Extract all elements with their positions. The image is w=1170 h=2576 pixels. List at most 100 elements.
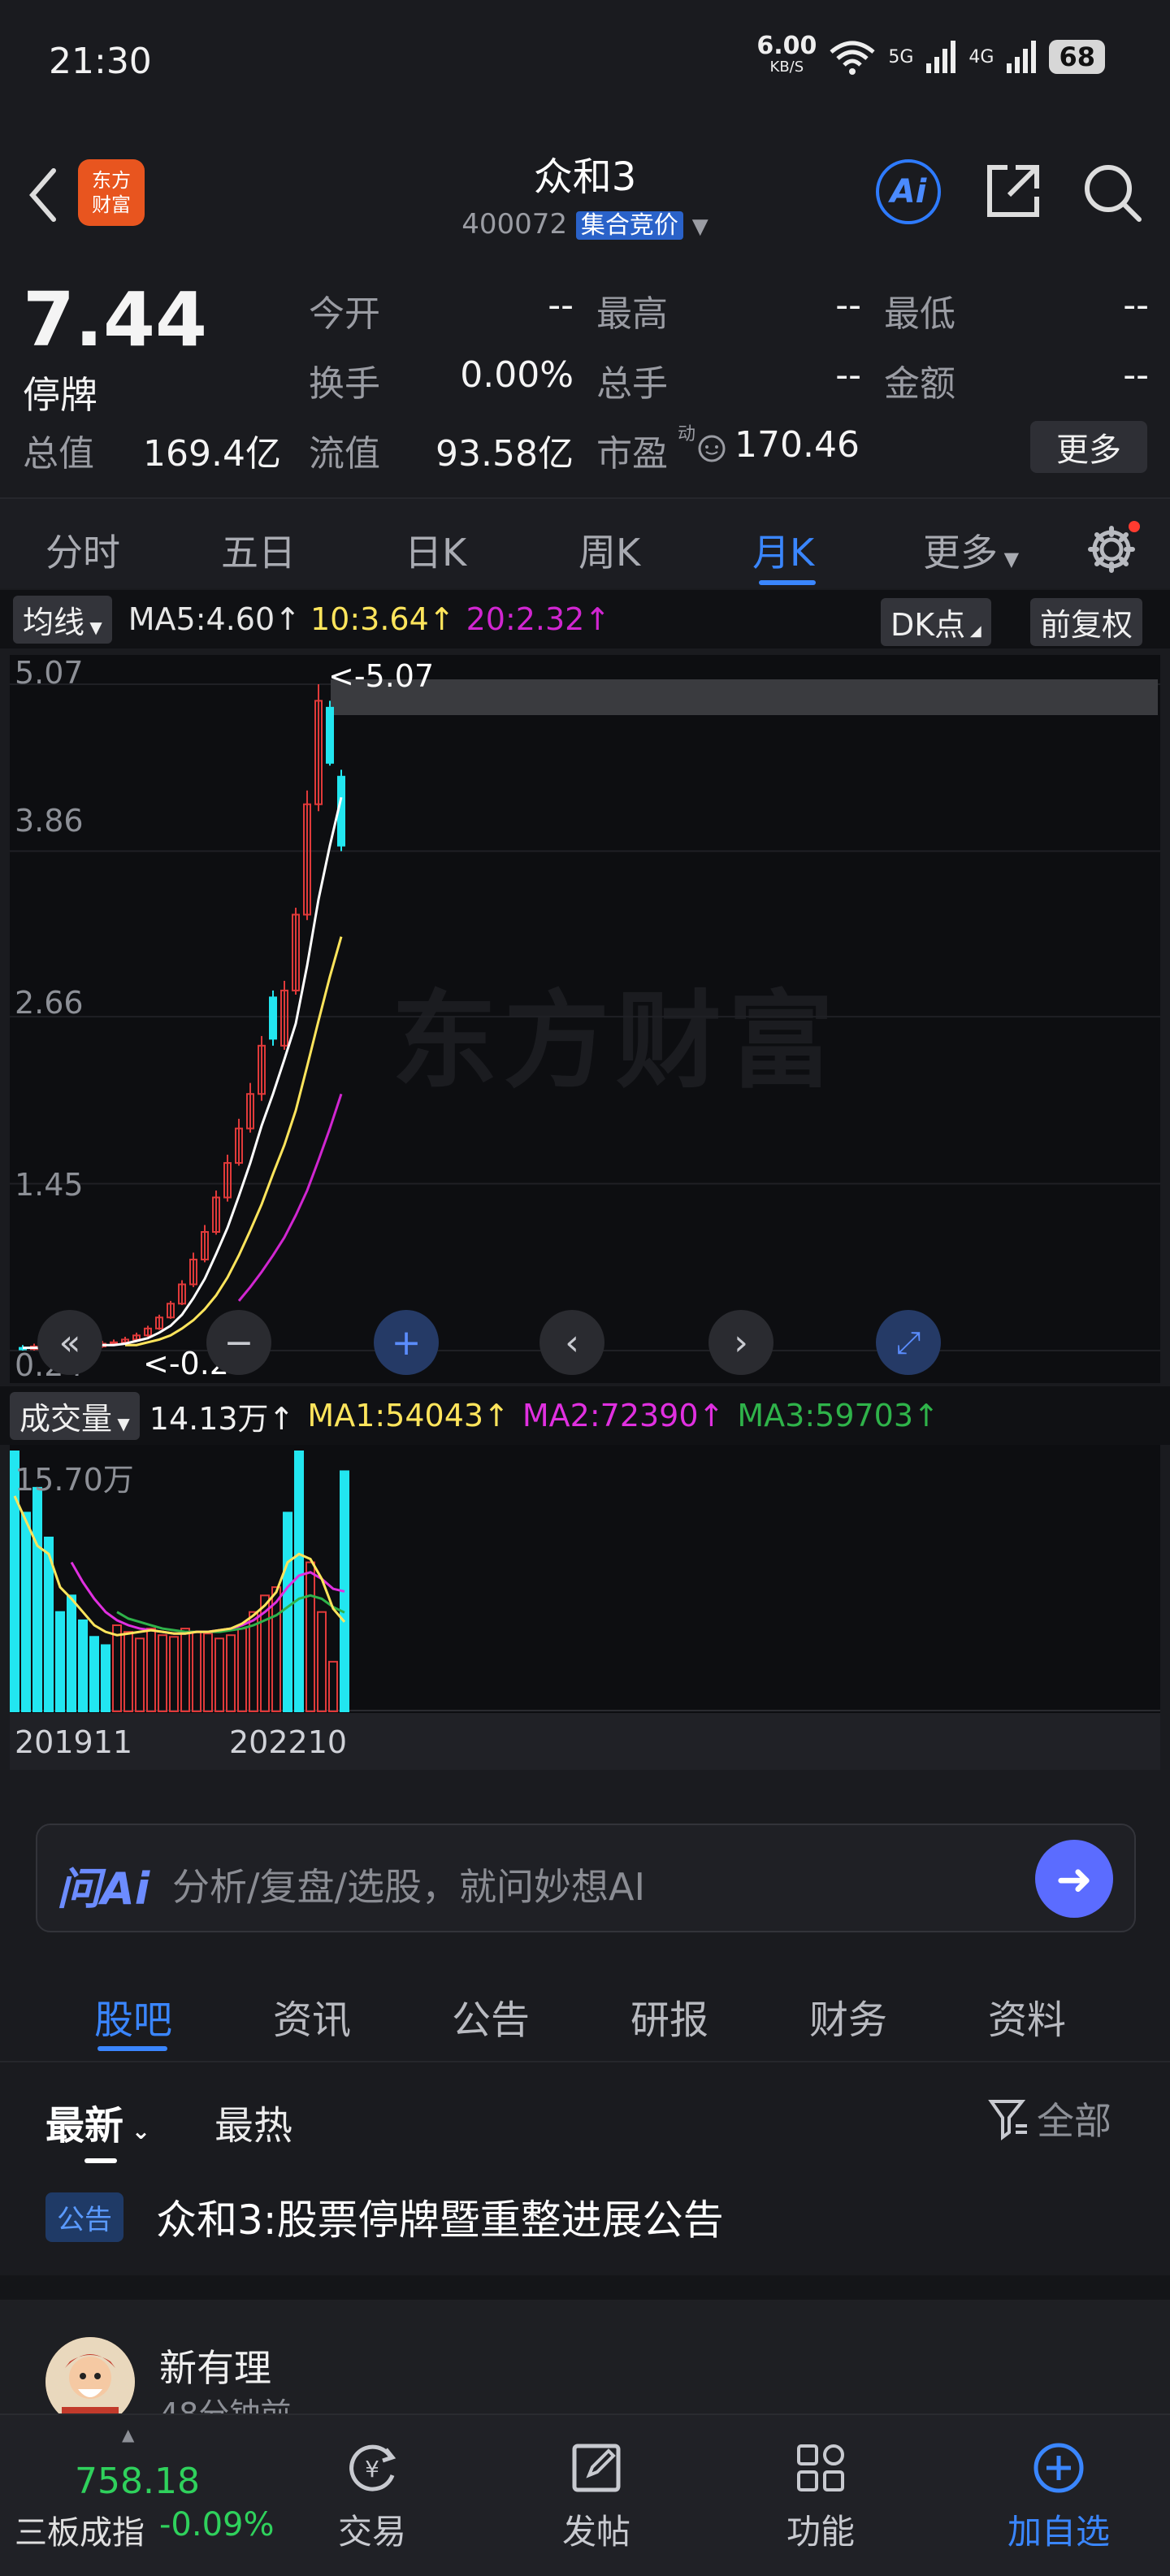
stock-header: 东方财富 众和3 400072 集合竞价 ▼ Ai (0, 130, 1170, 268)
pe-info-icon[interactable] (697, 434, 726, 463)
volume-bar (78, 1619, 88, 1712)
post-item[interactable]: 新有理 48分钟前 (0, 2300, 1170, 2432)
caret-up-icon: ▲ (122, 2425, 135, 2444)
volume-selector-label: 成交量 (20, 1400, 113, 1437)
signal-bars-icon (1007, 41, 1037, 73)
stock-code: 400072 (462, 208, 568, 241)
post-author[interactable]: 新有理 (159, 2339, 271, 2392)
settings-gear-icon[interactable] (1084, 520, 1141, 577)
index-value: 758.18 (75, 2461, 200, 2502)
volume-bar (32, 1486, 42, 1713)
volume-bar (214, 1637, 224, 1712)
corner-triangle-icon: ◢ (965, 622, 982, 640)
fast-back-icon[interactable]: « (37, 1310, 102, 1375)
volume-bar (192, 1631, 202, 1712)
filter-button[interactable]: 全部 (988, 2092, 1112, 2145)
zoom-in-icon[interactable]: + (374, 1310, 439, 1375)
volume-bar (158, 1634, 167, 1712)
dk-point-button[interactable]: DK点 ◢ (881, 598, 991, 646)
tab-forum[interactable]: 股吧 (94, 1988, 172, 2045)
nav-functions[interactable]: 功能 (756, 2439, 886, 2554)
tab-announcements[interactable]: 公告 (452, 1988, 530, 2045)
volume-current: 14.13万↑ (149, 1400, 295, 1437)
content-tabs: 股吧 资讯 公告 研报 财务 资料 (0, 1960, 1170, 2062)
price-axis-tick: 3.86 (15, 803, 84, 839)
tab-financials[interactable]: 财务 (809, 1988, 887, 2045)
volume-bar (226, 1634, 236, 1712)
trading-status: 停牌 (23, 373, 98, 417)
nav-trade[interactable]: ¥ 交易 (307, 2439, 437, 2554)
indicator-selector[interactable]: 均线 ▼ (13, 595, 112, 644)
tab-news[interactable]: 资讯 (273, 1988, 351, 2045)
index-ticker[interactable]: ▲ 758.18 三板成指 -0.09% (0, 2415, 276, 2576)
tab-intraday[interactable]: 分时 (46, 523, 120, 577)
volume-bar (203, 1633, 213, 1713)
more-quote-button[interactable]: 更多 (1030, 421, 1147, 473)
volume-axis-max: 15.70万 (15, 1462, 134, 1498)
signal-bars-icon (926, 41, 956, 73)
time-axis-end: 202210 (229, 1724, 348, 1760)
status-bar: 21:30 6.00 KB/S 5G 4G 68 (0, 0, 1170, 130)
last-price: 7.44 (23, 276, 207, 363)
ai-assistant-button[interactable]: Ai (876, 159, 941, 224)
fullscreen-icon[interactable]: ⤢ (876, 1310, 941, 1375)
dropdown-triangle-icon: ▼ (112, 1413, 130, 1433)
send-arrow-icon[interactable]: ➜ (1035, 1840, 1113, 1918)
volume-label: 总手 (596, 363, 668, 405)
sort-hot[interactable]: 最热 (214, 2093, 292, 2150)
volume-bar (89, 1636, 99, 1712)
auction-badge: 集合竞价 (575, 211, 683, 240)
tab-daily-k[interactable]: 日K (405, 523, 466, 577)
sort-latest[interactable]: 最新 ⌄ (46, 2093, 150, 2150)
volume-bar (135, 1637, 145, 1712)
nav-add-watchlist[interactable]: 加自选 (990, 2439, 1128, 2554)
volume-indicator-selector[interactable]: 成交量 ▼ (10, 1391, 140, 1440)
kline-chart[interactable]: 东方财富 5.07 3.86 2.66 1.45 0.24 <-5.07 <-0… (10, 655, 1160, 1383)
ask-ai-input[interactable]: 问Ai 分析/复盘/选股，就问妙想AI ➜ (36, 1824, 1136, 1932)
low-label: 最低 (884, 293, 956, 335)
tab-weekly-k[interactable]: 周K (578, 523, 640, 577)
indicator-selector-label: 均线 (23, 604, 85, 640)
svg-text:¥: ¥ (365, 2456, 379, 2483)
volume-bar (169, 1636, 179, 1712)
high-price-marker: <-5.07 (328, 658, 435, 694)
candle-body (326, 706, 334, 764)
volume-bar (21, 1511, 31, 1712)
active-section-underline (98, 2046, 167, 2051)
notice-title[interactable]: 众和3:股票停牌暨重整进展公告 (156, 2188, 724, 2246)
amount-value: -- (1123, 354, 1149, 396)
nav-post[interactable]: 发帖 (531, 2439, 661, 2554)
time-axis: 201911 202210 (10, 1713, 1160, 1770)
sort-underline (84, 2158, 117, 2163)
grid-apps-icon (797, 2444, 844, 2491)
candle-body (269, 996, 277, 1040)
status-time: 21:30 (49, 41, 152, 82)
amount-label: 金额 (884, 363, 956, 405)
tab-profile[interactable]: 资料 (988, 1988, 1066, 2045)
price-adjust-button[interactable]: 前复权 (1030, 598, 1143, 646)
ask-ai-placeholder: 分析/复盘/选股，就问妙想AI (172, 1865, 646, 1909)
net-speed-value: 6.00 (756, 32, 817, 60)
total-cap-label: 总值 (23, 433, 94, 475)
high-value: -- (835, 284, 861, 326)
share-icon[interactable] (983, 161, 1043, 221)
step-left-icon[interactable]: ‹ (540, 1310, 604, 1375)
search-icon[interactable] (1081, 161, 1144, 224)
tab-more-periods[interactable]: 更多 ▼ (923, 523, 1019, 577)
nav-trade-label: 交易 (337, 2512, 406, 2552)
volume-bar (146, 1628, 156, 1712)
ma10-legend: 10:3.64↑ (310, 601, 455, 637)
tab-five-day[interactable]: 五日 (221, 523, 296, 577)
ma-legend: 均线 ▼ MA5:4.60↑ 10:3.64↑ 20:2.32↑ DK点 ◢ 前… (0, 590, 1170, 648)
open-label: 今开 (309, 293, 380, 335)
volume-bar (180, 1628, 190, 1712)
tab-research[interactable]: 研报 (630, 1988, 708, 2045)
volume-chart[interactable]: 15.70万 (10, 1445, 1160, 1713)
price-axis-tick: 1.45 (15, 1167, 84, 1203)
zoom-out-icon[interactable]: − (206, 1310, 271, 1375)
filter-icon (988, 2100, 1027, 2140)
step-right-icon[interactable]: › (708, 1310, 774, 1375)
tab-monthly-k[interactable]: 月K (752, 523, 814, 577)
status-icons: 6.00 KB/S 5G 4G 68 (756, 32, 1105, 78)
notice-tag: 公告 (46, 2192, 124, 2242)
